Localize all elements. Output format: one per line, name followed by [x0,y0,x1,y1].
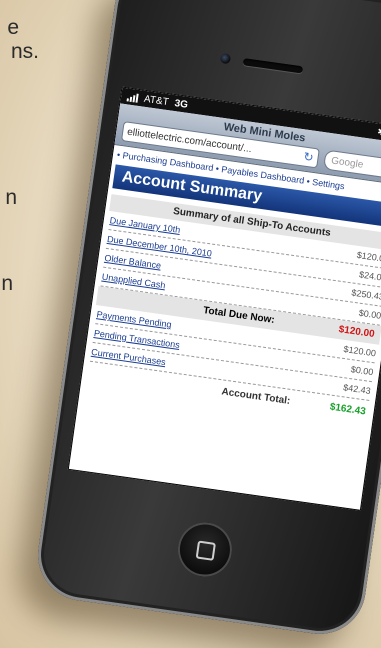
search-placeholder: Google [330,154,365,171]
background-text-fragment-2: n [1,272,13,295]
phone-device: AT&T 3G ✱ Web Mini Moles elliottelectric… [32,0,381,640]
older-balance-link[interactable]: Older Balance [104,253,162,271]
due-january-amount: $120.00 [356,249,381,265]
network-label: 3G [173,97,189,111]
account-total-label: Account Total: [220,386,291,407]
unapplied-cash-amount: $0.00 [358,307,381,321]
pending-transactions-amount: $0.00 [350,364,374,378]
older-balance-amount: $250.43 [350,287,381,302]
carrier-label: AT&T [143,93,170,108]
nav-link-settings[interactable]: Settings [312,177,346,191]
background-text-fragment-1: n [5,186,17,209]
due-december-amount: $24.00 [358,269,381,284]
signal-strength-icon [126,91,139,103]
nav-bullet: • [116,149,121,160]
nav-bullet: • [215,163,220,174]
background-text-line-1: e [7,16,19,39]
bluetooth-icon: ✱ [376,126,381,139]
phone-screen: AT&T 3G ✱ Web Mini Moles elliottelectric… [67,86,381,511]
camera-icon [219,52,232,65]
total-due-amount: $120.00 [337,324,376,341]
home-square-icon [195,540,216,561]
payments-pending-amount: $120.00 [342,343,377,359]
speaker-grille [242,58,304,74]
reload-icon[interactable]: ↻ [303,150,315,165]
nav-bullet: • [305,176,311,187]
background-text-line-2: ns. [10,40,39,63]
current-purchases-amount: $42.43 [342,382,372,397]
account-total-amount: $162.43 [329,401,367,418]
home-button[interactable] [174,519,236,581]
